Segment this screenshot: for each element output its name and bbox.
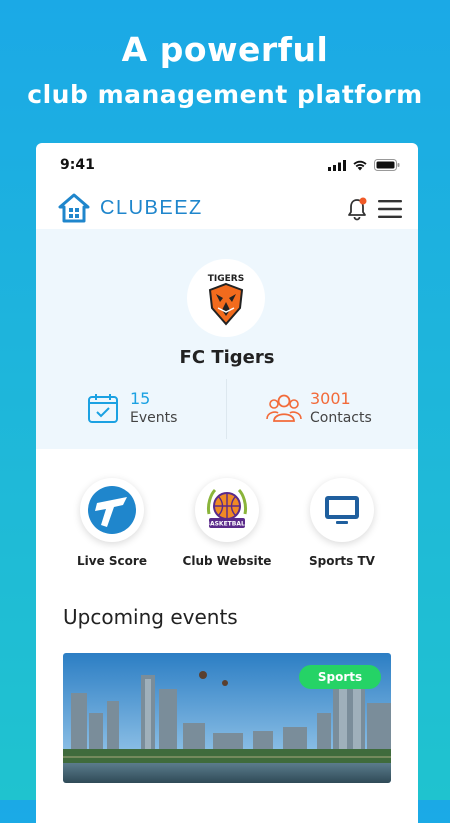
app-name: CLUBEEZ xyxy=(100,196,203,219)
stat-divider xyxy=(226,379,227,439)
events-label: Events xyxy=(130,410,178,426)
calendar-check-icon xyxy=(88,394,118,423)
club-website-label: Club Website xyxy=(182,554,272,568)
sports-tv-button[interactable] xyxy=(310,478,374,542)
live-score-button[interactable] xyxy=(80,478,144,542)
live-score-label: Live Score xyxy=(77,554,147,568)
club-website-shortcut[interactable]: BASKETBALL Club Website xyxy=(167,478,287,568)
users-icon xyxy=(266,394,302,422)
hamburger-menu-icon[interactable] xyxy=(378,199,402,219)
events-count: 15 xyxy=(130,389,151,408)
contacts-count: 3001 xyxy=(310,389,351,408)
event-card[interactable]: Sports xyxy=(63,653,391,783)
upcoming-events-heading: Upcoming events xyxy=(63,605,238,629)
club-logo[interactable]: TIGERS xyxy=(187,259,265,337)
sports-tv-shortcut[interactable]: Sports TV xyxy=(282,478,402,568)
promo-headline: A powerful xyxy=(121,30,329,69)
svg-text:BASKETBALL: BASKETBALL xyxy=(205,521,248,528)
app-logo[interactable]: CLUBEEZ xyxy=(58,193,203,223)
sports-tv-label: Sports TV xyxy=(309,554,375,568)
live-score-shortcut[interactable]: Live Score xyxy=(52,478,172,568)
club-name: FC Tigers xyxy=(179,347,275,368)
club-website-button[interactable]: BASKETBALL xyxy=(195,478,259,542)
club-logo-text: TIGERS xyxy=(208,274,244,284)
status-bar: 9:41 xyxy=(36,143,418,187)
club-summary-panel: TIGERS FC Tigers 15 Events 3001 Contacts xyxy=(36,229,418,449)
house-logo-icon xyxy=(58,193,90,223)
app-header: CLUBEEZ xyxy=(36,191,418,229)
contacts-stat[interactable]: 3001 Contacts xyxy=(266,389,372,427)
status-icons xyxy=(328,159,400,171)
bell-icon[interactable] xyxy=(346,197,368,221)
wifi-icon xyxy=(353,160,367,171)
tiger-crest-icon: TIGERS xyxy=(208,274,244,326)
event-category-badge[interactable]: Sports xyxy=(299,665,381,689)
contacts-label: Contacts xyxy=(310,410,372,426)
live-score-icon xyxy=(88,486,136,534)
shortcut-row: Live Score BASKETBALL Club Website Sport… xyxy=(36,478,418,578)
basketball-badge-icon: BASKETBALL xyxy=(205,488,249,528)
tv-icon xyxy=(325,496,359,524)
signal-icon xyxy=(328,159,346,171)
phone-screen: 9:41 CLUBEEZ TIGERS FC Tigers 15 Events … xyxy=(36,143,418,823)
events-stat[interactable]: 15 Events xyxy=(86,389,177,427)
status-time: 9:41 xyxy=(60,157,95,173)
promo-subheadline: club management platform xyxy=(27,80,423,109)
battery-icon xyxy=(374,159,400,171)
